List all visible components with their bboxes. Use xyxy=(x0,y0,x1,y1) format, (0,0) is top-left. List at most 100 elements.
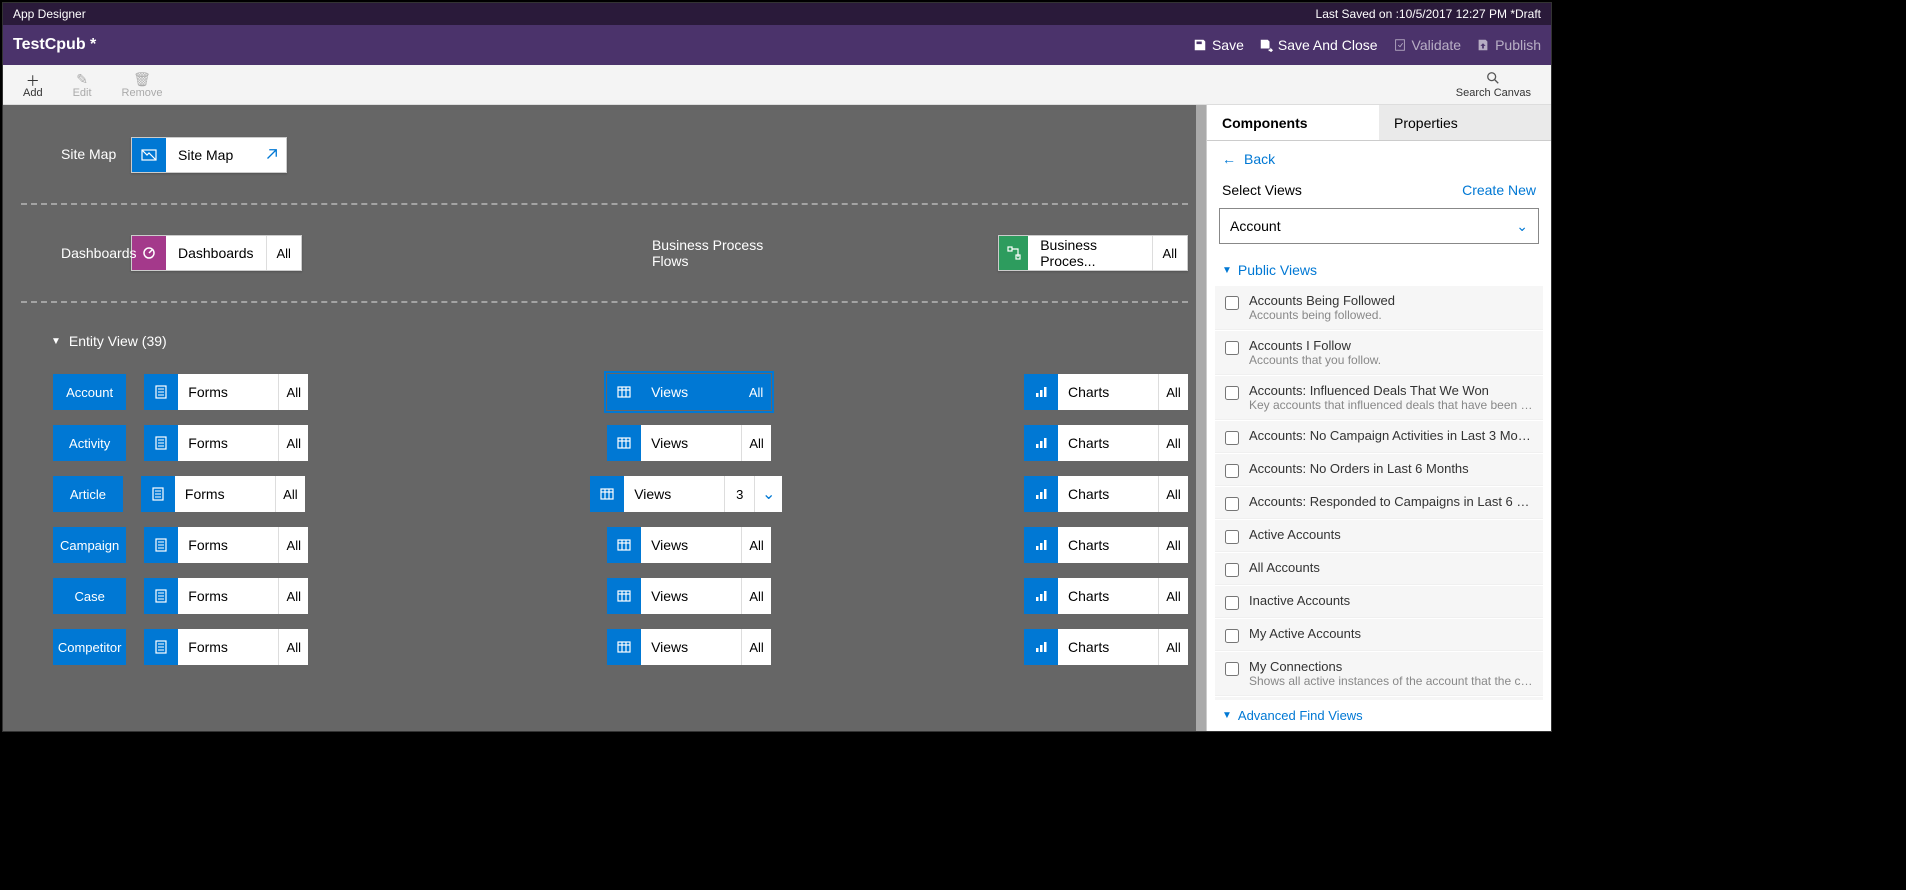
view-title: My Active Accounts xyxy=(1249,626,1533,641)
forms-label: Forms xyxy=(178,527,278,563)
entity-row: Campaign Forms All Views All Charts All xyxy=(53,527,1188,563)
entity-name-tile[interactable]: Activity xyxy=(53,425,126,461)
view-title: Accounts: Responded to Campaigns in Last… xyxy=(1249,494,1533,509)
views-label: Views xyxy=(641,629,741,665)
charts-badge: All xyxy=(1158,425,1188,461)
view-list-item[interactable]: Accounts: No Campaign Activities in Last… xyxy=(1215,421,1543,453)
view-checkbox[interactable] xyxy=(1225,341,1239,355)
forms-icon xyxy=(144,425,178,461)
view-checkbox[interactable] xyxy=(1225,563,1239,577)
public-views-toggle[interactable]: ▼ Public Views xyxy=(1207,254,1551,286)
forms-label: Forms xyxy=(178,578,278,614)
view-checkbox[interactable] xyxy=(1225,464,1239,478)
entity-row: Activity Forms All Views All Charts All xyxy=(53,425,1188,461)
views-icon xyxy=(607,527,641,563)
entity-name-tile[interactable]: Account xyxy=(53,374,126,410)
remove-button[interactable]: 🗑 Remove xyxy=(122,71,163,99)
charts-label: Charts xyxy=(1058,425,1158,461)
edit-button[interactable]: ✎ Edit xyxy=(73,71,92,99)
view-list-item[interactable]: Accounts I Follow Accounts that you foll… xyxy=(1215,331,1543,375)
create-new-link[interactable]: Create New xyxy=(1462,182,1536,198)
entity-name-tile[interactable]: Competitor xyxy=(53,629,126,665)
trash-icon: 🗑 xyxy=(133,71,151,87)
entity-row: Article Forms All Views 3 ⌄ Charts All xyxy=(53,476,1188,512)
entity-name-tile[interactable]: Article xyxy=(53,476,123,512)
charts-tile[interactable]: Charts All xyxy=(1024,425,1188,461)
pencil-icon: ✎ xyxy=(76,71,88,87)
view-list-item[interactable]: Accounts: Responded to Campaigns in Last… xyxy=(1215,487,1543,519)
forms-tile[interactable]: Forms All xyxy=(144,629,308,665)
views-badge: All xyxy=(741,629,771,665)
add-button[interactable]: ＋ Add xyxy=(23,71,43,99)
tab-properties[interactable]: Properties xyxy=(1379,105,1551,140)
validate-button[interactable]: Validate xyxy=(1393,37,1462,53)
save-button[interactable]: Save xyxy=(1193,37,1244,53)
charts-label: Charts xyxy=(1058,578,1158,614)
view-title: Accounts Being Followed xyxy=(1249,293,1533,308)
back-button[interactable]: ← Back xyxy=(1207,141,1551,177)
chevron-down-icon: ⌄ xyxy=(1516,218,1528,235)
views-tile[interactable]: Views 3 ⌄ xyxy=(590,476,782,512)
entity-view-toggle[interactable]: ▼ Entity View (39) xyxy=(21,303,1188,359)
views-dropdown[interactable]: ⌄ xyxy=(754,476,782,512)
dashboards-tile-label: Dashboards xyxy=(166,236,266,270)
views-badge: All xyxy=(741,578,771,614)
sitemap-tile[interactable]: Site Map xyxy=(131,137,287,173)
advanced-find-toggle[interactable]: ▼ Advanced Find Views xyxy=(1207,700,1551,731)
publish-icon xyxy=(1476,38,1490,52)
view-list-item[interactable]: Active Accounts xyxy=(1215,520,1543,552)
bpf-tile[interactable]: Business Proces... All xyxy=(998,235,1188,271)
views-tile[interactable]: Views All xyxy=(607,374,771,410)
views-tile[interactable]: Views All xyxy=(607,527,771,563)
charts-tile[interactable]: Charts All xyxy=(1024,578,1188,614)
charts-tile[interactable]: Charts All xyxy=(1024,374,1188,410)
canvas-scrollbar[interactable] xyxy=(1196,105,1206,731)
advanced-find-label: Advanced Find Views xyxy=(1238,708,1363,723)
view-list-item[interactable]: All Accounts xyxy=(1215,553,1543,585)
forms-tile[interactable]: Forms All xyxy=(144,578,308,614)
charts-badge: All xyxy=(1158,374,1188,410)
view-checkbox[interactable] xyxy=(1225,386,1239,400)
view-list-item[interactable]: Accounts: Influenced Deals That We Won K… xyxy=(1215,376,1543,420)
view-list-item[interactable]: Inactive Accounts xyxy=(1215,586,1543,618)
view-checkbox[interactable] xyxy=(1225,296,1239,310)
view-list-item[interactable]: My Active Accounts xyxy=(1215,619,1543,651)
entity-name-tile[interactable]: Campaign xyxy=(53,527,126,563)
views-tile[interactable]: Views All xyxy=(607,629,771,665)
entity-select[interactable]: Account ⌄ xyxy=(1219,208,1539,244)
forms-badge: All xyxy=(278,374,308,410)
charts-tile[interactable]: Charts All xyxy=(1024,629,1188,665)
views-tile[interactable]: Views All xyxy=(607,425,771,461)
back-label: Back xyxy=(1244,151,1275,167)
search-canvas-button[interactable]: Search Canvas xyxy=(1456,71,1531,99)
forms-tile[interactable]: Forms All xyxy=(144,527,308,563)
view-checkbox[interactable] xyxy=(1225,629,1239,643)
view-checkbox[interactable] xyxy=(1225,662,1239,676)
view-list-item[interactable]: My Connections Shows all active instance… xyxy=(1215,652,1543,696)
view-checkbox[interactable] xyxy=(1225,530,1239,544)
chevron-down-icon: ▼ xyxy=(51,336,61,347)
views-icon xyxy=(590,476,624,512)
charts-label: Charts xyxy=(1058,374,1158,410)
publish-button[interactable]: Publish xyxy=(1476,37,1541,53)
charts-tile[interactable]: Charts All xyxy=(1024,476,1188,512)
save-close-button[interactable]: Save And Close xyxy=(1259,37,1378,53)
charts-tile[interactable]: Charts All xyxy=(1024,527,1188,563)
entity-name-tile[interactable]: Case xyxy=(53,578,126,614)
forms-tile[interactable]: Forms All xyxy=(141,476,305,512)
view-list-item[interactable]: Accounts Being Followed Accounts being f… xyxy=(1215,286,1543,330)
tab-components[interactable]: Components xyxy=(1207,105,1379,140)
views-tile[interactable]: Views All xyxy=(607,578,771,614)
views-badge: All xyxy=(741,527,771,563)
sitemap-tile-label: Site Map xyxy=(166,138,256,172)
view-checkbox[interactable] xyxy=(1225,497,1239,511)
dashboards-tile[interactable]: Dashboards All xyxy=(131,235,302,271)
charts-label: Charts xyxy=(1058,527,1158,563)
open-sitemap-icon[interactable] xyxy=(256,138,286,172)
dashboards-badge: All xyxy=(266,236,301,270)
view-checkbox[interactable] xyxy=(1225,596,1239,610)
forms-tile[interactable]: Forms All xyxy=(144,425,308,461)
forms-tile[interactable]: Forms All xyxy=(144,374,308,410)
view-checkbox[interactable] xyxy=(1225,431,1239,445)
view-list-item[interactable]: Accounts: No Orders in Last 6 Months xyxy=(1215,454,1543,486)
